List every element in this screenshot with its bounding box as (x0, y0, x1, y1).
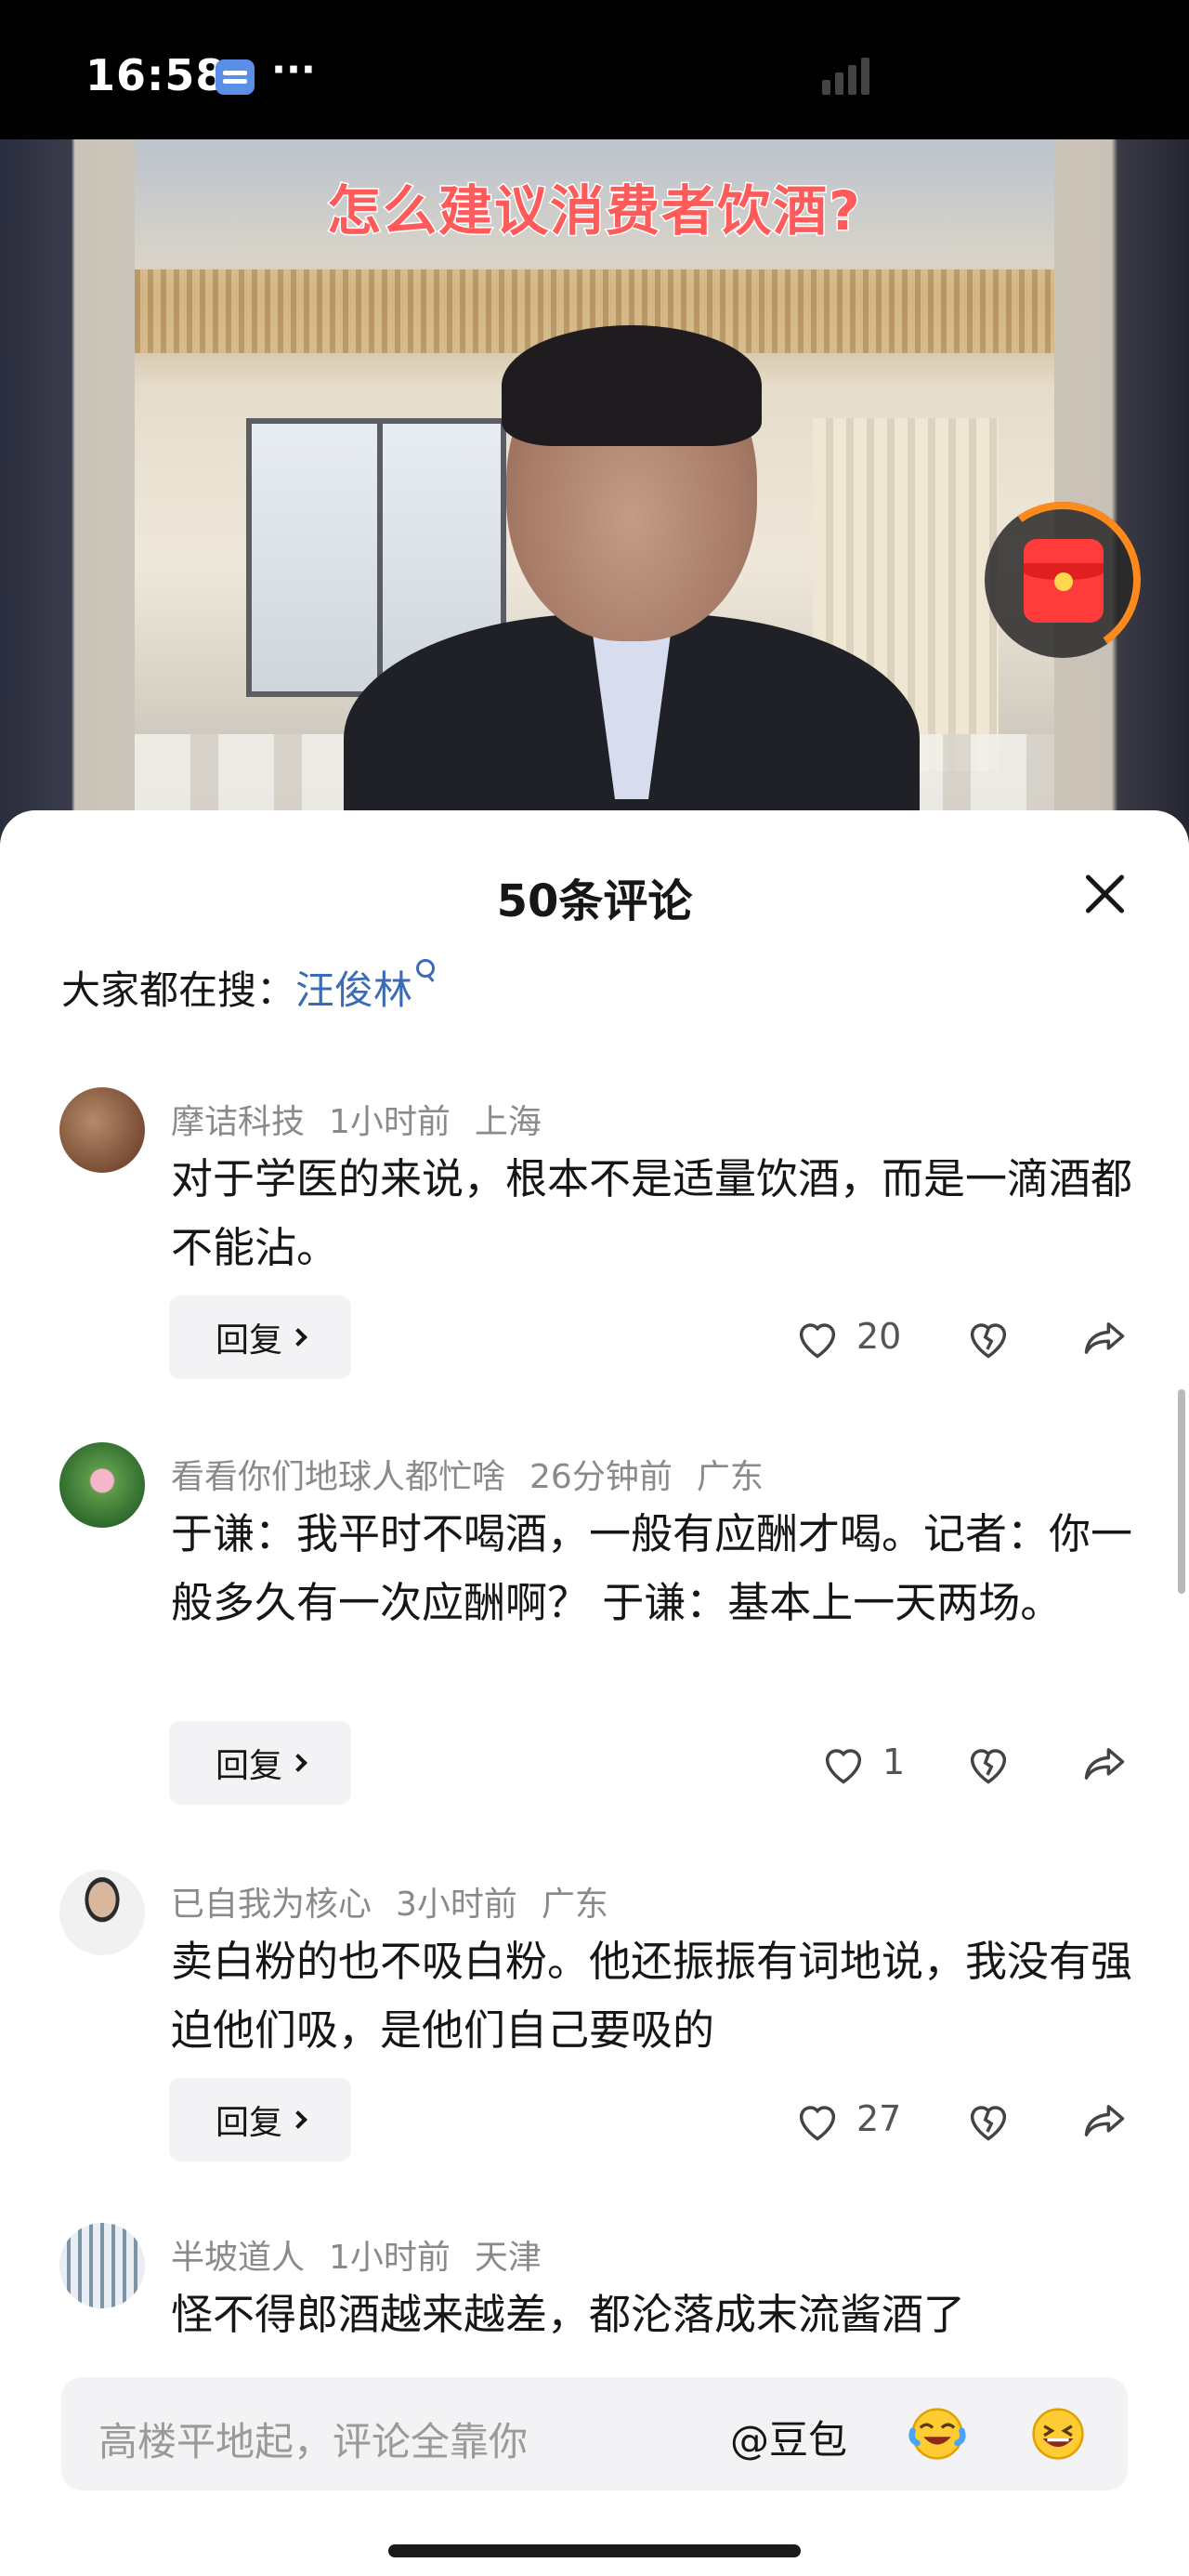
mention-button[interactable]: @豆包 (730, 2409, 847, 2465)
comments-sheet: 50条评论 大家都在搜：汪俊林 摩诘科技 1小时前 上海 对于学医的来说，根本不是适… (0, 810, 1189, 2576)
status-time: 16:58 (85, 50, 227, 100)
grinning-emoji-icon[interactable] (1026, 2403, 1091, 2464)
trending-search-label: 大家都在搜： (61, 967, 296, 1013)
comment-time: 1小时前 (329, 2239, 451, 2277)
reply-label: 回复 (215, 1321, 282, 1360)
trending-search: 大家都在搜：汪俊林 (61, 959, 437, 1016)
comment-text: 对于学医的来说，根本不是适量饮酒，而是一滴酒都不能沾。 (171, 1154, 1133, 1272)
comment-time: 1小时前 (329, 1103, 451, 1141)
comment-meta: 看看你们地球人都忙啥 26分钟前 广东 (171, 1450, 788, 1498)
comment-location: 广东 (541, 1886, 608, 1924)
comment-meta: 已自我为核心 3小时前 广东 (171, 1877, 633, 1925)
close-icon[interactable] (1078, 866, 1133, 922)
comment-time: 3小时前 (396, 1886, 517, 1924)
like-count: 1 (882, 1741, 906, 1782)
reply-button[interactable]: 回复 (169, 1721, 351, 1805)
comment-location: 广东 (696, 1458, 764, 1496)
comment-location: 上海 (474, 1103, 542, 1141)
broken-heart-icon[interactable] (964, 1740, 1013, 1788)
bottom-area (0, 2491, 1189, 2576)
status-right-icons (822, 58, 1101, 95)
notification-app-icon (216, 59, 255, 95)
reply-label: 回复 (215, 1747, 282, 1785)
avatar[interactable] (59, 1870, 145, 1955)
trending-search-term[interactable]: 汪俊林 (295, 967, 412, 1013)
chevron-right-icon (289, 2110, 307, 2129)
avatar[interactable] (59, 1087, 145, 1173)
comment-text: 于谦：我平时不喝酒，一般有应酬才喝。记者：你一般多久有一次应酬啊？ 于谦：基本上… (171, 1509, 1133, 1627)
comment-username[interactable]: 看看你们地球人都忙啥 (171, 1458, 505, 1496)
heart-icon[interactable] (819, 1740, 868, 1788)
comment-username[interactable]: 半坡道人 (171, 2239, 305, 2277)
home-indicator[interactable] (388, 2544, 801, 2557)
comment-username[interactable]: 已自我为核心 (171, 1886, 372, 1924)
comment-input[interactable]: 高楼平地起，评论全靠你 @豆包 (61, 2377, 1128, 2491)
comment-meta: 半坡道人 1小时前 天津 (171, 2230, 566, 2279)
scrollbar[interactable] (1178, 1389, 1185, 1594)
video-title: 怎么建议消费者饮酒? (326, 178, 862, 244)
comment-meta: 摩诘科技 1小时前 上海 (171, 1095, 566, 1143)
reply-button[interactable]: 回复 (169, 2078, 351, 2162)
status-more-icon: ··· (271, 46, 316, 92)
broken-heart-icon[interactable] (964, 2096, 1013, 2145)
like-count: 27 (856, 2098, 902, 2139)
comment-text: 卖白粉的也不吸白粉。他还振振有词地说，我没有强迫他们吸，是他们自己要吸的 (171, 1937, 1133, 2055)
avatar[interactable] (59, 2223, 145, 2308)
chevron-right-icon (289, 1328, 307, 1347)
comment-input-placeholder[interactable]: 高楼平地起，评论全靠你 (98, 2411, 528, 2467)
share-icon[interactable] (1079, 2096, 1130, 2145)
heart-icon[interactable] (793, 2096, 842, 2145)
comment-text: 怪不得郎酒越来越差，都沦落成末流酱酒了 (171, 2290, 966, 2339)
chevron-right-icon (289, 1754, 307, 1772)
comment-time: 26分钟前 (529, 1458, 673, 1496)
heart-icon[interactable] (793, 1314, 842, 1362)
reply-button[interactable]: 回复 (169, 1295, 351, 1379)
comments-title: 50条评论 (496, 875, 693, 927)
comment-username[interactable]: 摩诘科技 (171, 1103, 305, 1141)
red-packet-icon (1024, 539, 1104, 623)
avatar[interactable] (59, 1442, 145, 1528)
video-person (344, 325, 920, 846)
laughing-crying-emoji-icon[interactable] (905, 2403, 970, 2464)
share-icon[interactable] (1079, 1740, 1130, 1788)
comment-location: 天津 (474, 2239, 542, 2277)
reply-label: 回复 (215, 2104, 282, 2142)
like-count: 20 (856, 1316, 902, 1357)
video-player[interactable]: 怎么建议消费者饮酒? (0, 139, 1189, 846)
search-icon (414, 959, 437, 991)
share-icon[interactable] (1079, 1314, 1130, 1362)
status-bar: 16:58 ··· (0, 0, 1189, 139)
broken-heart-icon[interactable] (964, 1314, 1013, 1362)
red-packet-button[interactable] (972, 489, 1154, 671)
